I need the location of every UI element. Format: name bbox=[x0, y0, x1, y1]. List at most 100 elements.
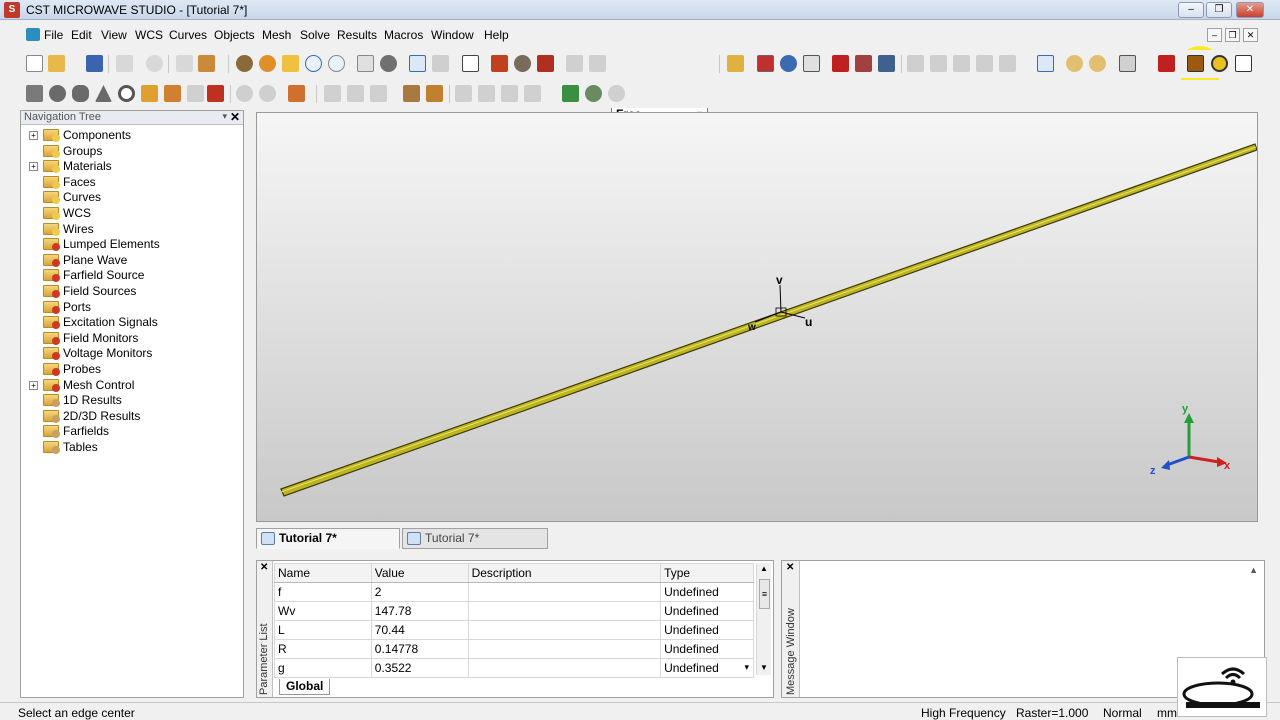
optimizer-icon[interactable] bbox=[1119, 55, 1136, 72]
new-file-icon[interactable] bbox=[26, 55, 43, 72]
3d-viewport[interactable]: v u w y x z bbox=[256, 112, 1258, 522]
boolean-subtract-icon[interactable] bbox=[259, 85, 276, 102]
pick-face-icon[interactable] bbox=[514, 55, 531, 72]
column-name[interactable]: Name bbox=[274, 563, 372, 583]
param-name-cell[interactable]: Wv bbox=[274, 601, 372, 621]
paste-icon[interactable] bbox=[198, 55, 215, 72]
param-name-cell[interactable]: R bbox=[274, 639, 372, 659]
material-icon[interactable] bbox=[757, 55, 774, 72]
monitor-2-icon[interactable] bbox=[930, 55, 947, 72]
scroll-thumb[interactable]: ≡ bbox=[759, 579, 770, 609]
frequency-icon[interactable] bbox=[780, 55, 797, 72]
cone-icon[interactable] bbox=[95, 85, 112, 102]
menu-window[interactable]: Window bbox=[431, 28, 474, 42]
save-icon[interactable] bbox=[86, 55, 103, 72]
delete-pick-icon[interactable] bbox=[1158, 55, 1175, 72]
pick-point-face-icon[interactable] bbox=[1235, 55, 1252, 72]
tab-tutorial-3d[interactable]: Tutorial 7* bbox=[256, 528, 400, 549]
tab-global[interactable]: Global bbox=[279, 679, 331, 695]
param-type-cell[interactable]: Undefined bbox=[660, 639, 754, 659]
param-description-cell[interactable] bbox=[467, 639, 662, 659]
minimize-button[interactable]: ‒ bbox=[1178, 2, 1204, 18]
monitor-1-icon[interactable] bbox=[907, 55, 924, 72]
background-icon[interactable] bbox=[803, 55, 820, 72]
close-icon[interactable]: ✕ bbox=[786, 562, 794, 573]
tab-tutorial-schematic[interactable]: Tutorial 7* bbox=[402, 528, 548, 549]
param-value-cell[interactable]: 0.3522 bbox=[370, 658, 469, 678]
param-value-cell[interactable]: 2 bbox=[370, 582, 469, 602]
zoom-window-icon[interactable] bbox=[328, 55, 345, 72]
close-icon[interactable]: ✕ bbox=[230, 110, 240, 124]
monitor-5-icon[interactable] bbox=[999, 55, 1016, 72]
pick-circle-center-icon[interactable] bbox=[1211, 55, 1228, 72]
open-folder-icon[interactable] bbox=[48, 55, 65, 72]
menu-objects[interactable]: Objects bbox=[214, 28, 255, 42]
chevron-down-icon[interactable]: ▾ bbox=[744, 662, 749, 673]
sphere-icon[interactable] bbox=[49, 85, 66, 102]
monitor-3-icon[interactable] bbox=[953, 55, 970, 72]
cut-icon[interactable] bbox=[176, 55, 193, 72]
model-canvas[interactable]: v u w y x z bbox=[257, 113, 1258, 522]
column-type[interactable]: Type bbox=[660, 563, 754, 583]
scroll-up-icon[interactable]: ▲ bbox=[1249, 565, 1258, 575]
loft-icon[interactable] bbox=[187, 85, 204, 102]
column-value[interactable]: Value bbox=[370, 563, 469, 583]
pick-edge-icon[interactable] bbox=[491, 55, 508, 72]
param-value-cell[interactable]: 147.78 bbox=[370, 601, 469, 621]
menu-solve[interactable]: Solve bbox=[300, 28, 330, 42]
clear-picks-icon[interactable] bbox=[537, 55, 554, 72]
expand-icon[interactable]: + bbox=[29, 380, 38, 390]
table-row[interactable]: g 0.3522 Undefined ▾ bbox=[274, 658, 754, 678]
document-icon[interactable] bbox=[26, 28, 40, 41]
parameter-scrollbar[interactable]: ▲ ≡ ▼ bbox=[756, 563, 771, 675]
wcs-3-icon[interactable] bbox=[501, 85, 518, 102]
spin-view-icon[interactable] bbox=[259, 55, 276, 72]
param-type-cell[interactable]: Undefined ▾ bbox=[660, 658, 754, 678]
table-row[interactable]: R 0.14778 Undefined bbox=[274, 639, 754, 659]
mesh-settings-icon[interactable] bbox=[585, 85, 602, 102]
pick-edge-center-icon[interactable] bbox=[1187, 55, 1204, 72]
table-row[interactable]: f 2 Undefined bbox=[274, 582, 754, 602]
chamfer-icon[interactable] bbox=[370, 85, 387, 102]
menu-file[interactable]: File bbox=[44, 28, 63, 42]
blend-icon[interactable] bbox=[347, 85, 364, 102]
cube-view-icon[interactable] bbox=[462, 55, 479, 72]
param-name-cell[interactable]: L bbox=[274, 620, 372, 640]
expand-icon[interactable]: + bbox=[29, 131, 38, 140]
grid-icon[interactable] bbox=[432, 55, 449, 72]
units-icon[interactable] bbox=[727, 55, 744, 72]
menu-view[interactable]: View bbox=[101, 28, 127, 42]
wcs-2-icon[interactable] bbox=[478, 85, 495, 102]
local-wcs-icon[interactable] bbox=[403, 85, 420, 102]
monitor-4-icon[interactable] bbox=[976, 55, 993, 72]
cylinder-icon[interactable] bbox=[72, 85, 89, 102]
symmetry-icon[interactable] bbox=[855, 55, 872, 72]
mdi-minimize-button[interactable]: – bbox=[1207, 28, 1222, 42]
rotate-icon[interactable] bbox=[164, 85, 181, 102]
rotate-view-icon[interactable] bbox=[236, 55, 253, 72]
reset-view-icon[interactable] bbox=[357, 55, 374, 72]
mdi-restore-button[interactable]: ❐ bbox=[1225, 28, 1240, 42]
param-value-cell[interactable]: 70.44 bbox=[370, 620, 469, 640]
torus-icon[interactable] bbox=[118, 85, 135, 102]
expand-icon[interactable]: + bbox=[29, 162, 38, 172]
bend-icon[interactable] bbox=[207, 85, 224, 102]
mesh-view-icon[interactable] bbox=[562, 85, 579, 102]
extrude-icon[interactable] bbox=[141, 85, 158, 102]
param-value-cell[interactable]: 0.14778 bbox=[370, 639, 469, 659]
close-window-button[interactable]: ✕ bbox=[1236, 2, 1264, 18]
properties-icon[interactable] bbox=[589, 55, 606, 72]
undo-pick-icon[interactable] bbox=[566, 55, 583, 72]
template-icon[interactable] bbox=[1089, 55, 1106, 72]
menu-results[interactable]: Results bbox=[337, 28, 377, 42]
post-process-icon[interactable] bbox=[1066, 55, 1083, 72]
column-description[interactable]: Description bbox=[467, 563, 662, 583]
param-type-cell[interactable]: Undefined bbox=[660, 601, 754, 621]
mesh-adapt-icon[interactable] bbox=[608, 85, 625, 102]
param-description-cell[interactable] bbox=[467, 658, 662, 678]
transform-icon[interactable] bbox=[288, 85, 305, 102]
close-icon[interactable]: ✕ bbox=[260, 562, 268, 573]
menu-mesh[interactable]: Mesh bbox=[262, 28, 291, 42]
align-icon[interactable] bbox=[324, 85, 341, 102]
pick-point-icon[interactable] bbox=[409, 55, 426, 72]
